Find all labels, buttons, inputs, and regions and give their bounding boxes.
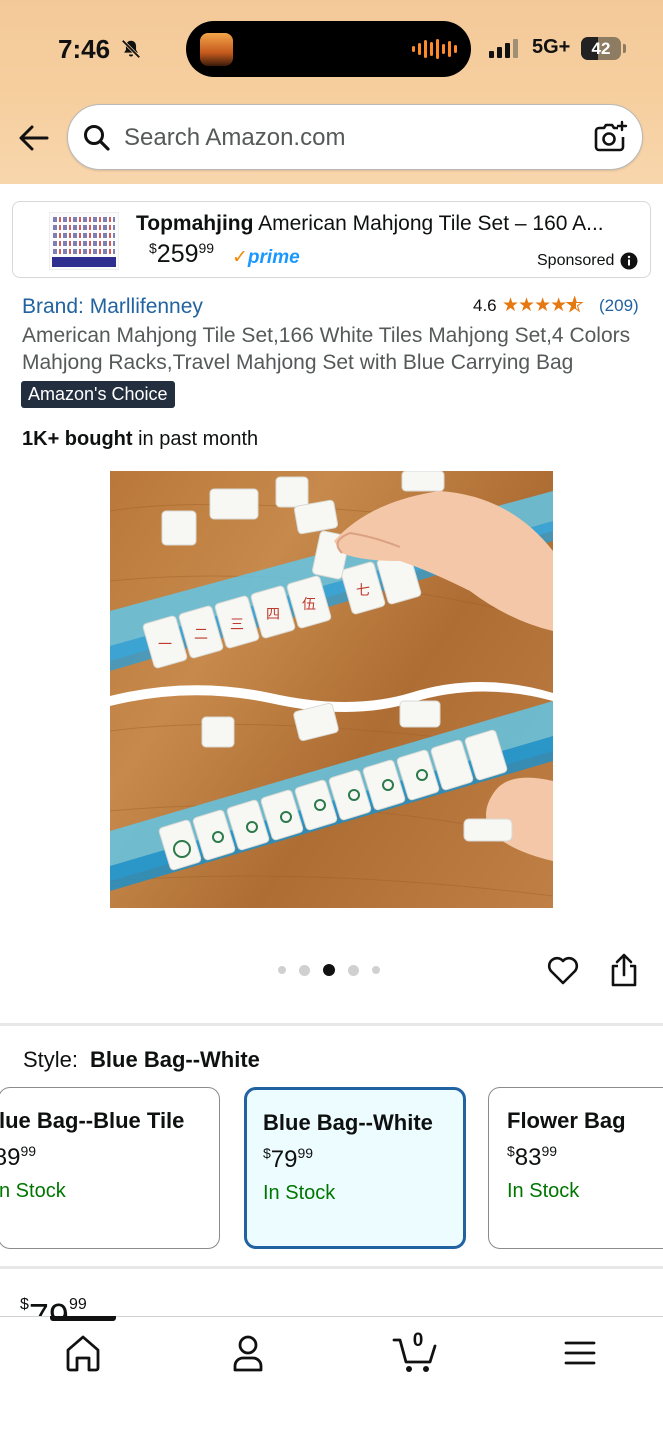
status-time: 7:46 [58, 34, 111, 64]
mahjong-photo: 一 二 三 四 伍 七 [110, 471, 553, 897]
search-bar[interactable] [67, 104, 643, 170]
style-option-stock: In Stock [507, 1180, 580, 1202]
pagination-dot[interactable] [278, 966, 286, 974]
header: 7:46 5G+ 42 [0, 0, 663, 184]
menu-icon[interactable] [557, 1332, 603, 1374]
audio-wave-icon [412, 39, 457, 59]
search-icon [84, 125, 110, 151]
image-pagination[interactable] [278, 964, 380, 976]
share-icon[interactable] [608, 952, 640, 988]
svg-text:伍: 伍 [302, 597, 316, 613]
style-option-stock: n Stock [0, 1180, 66, 1202]
dynamic-island [186, 21, 471, 77]
pagination-dot-active[interactable] [323, 964, 335, 976]
style-selected-value: Blue Bag--White [90, 1047, 260, 1072]
style-option-name: lue Bag--Blue Tile [0, 1108, 185, 1133]
battery-icon: 42 [581, 37, 621, 60]
amazons-choice-badge: Amazon's Choice [21, 381, 175, 408]
account-icon[interactable] [225, 1332, 271, 1374]
review-count-link[interactable]: (209) [599, 296, 639, 316]
info-icon[interactable] [620, 252, 638, 270]
pagination-dot[interactable] [348, 964, 359, 976]
rating-stars-icon[interactable]: ★★★★★ ★ [502, 294, 584, 317]
active-tab-indicator [50, 1316, 116, 1321]
style-option-stock: In Stock [263, 1182, 336, 1204]
sponsored-label: Sponsored [537, 252, 615, 269]
home-icon[interactable] [60, 1332, 106, 1374]
svg-text:三: 三 [230, 617, 244, 633]
battery-percent: 42 [591, 39, 611, 58]
style-option-flower-bag[interactable]: Flower Bag $8399 In Stock [488, 1087, 663, 1249]
heart-icon[interactable] [546, 954, 580, 988]
cart-count: 0 [412, 1330, 424, 1351]
style-option-price: $8399 [507, 1143, 558, 1171]
ad-title[interactable]: Topmahjing American Mahjong Tile Set – 1… [136, 212, 629, 236]
product-price: $7999 [20, 1296, 87, 1318]
svg-text:七: 七 [356, 583, 370, 599]
product-image[interactable]: 一 二 三 四 伍 七 [110, 471, 553, 908]
now-playing-artwork [200, 33, 233, 66]
pagination-dot[interactable] [372, 966, 380, 974]
style-option-price: $8999 [0, 1143, 37, 1171]
svg-text:一: 一 [158, 637, 172, 653]
brand-link[interactable]: Brand: Marllifenney [22, 295, 203, 319]
style-option-name: Blue Bag--White [263, 1110, 433, 1135]
ad-product-thumbnail [49, 212, 119, 270]
section-divider [0, 1023, 663, 1026]
bought-count: 1K+ bought in past month [22, 428, 259, 450]
style-option-blue-bag-blue-tile[interactable]: lue Bag--Blue Tile $8999 n Stock [0, 1087, 220, 1249]
ad-title-text: American Mahjong Tile Set – 160 A... [253, 212, 604, 235]
style-option-blue-bag-white[interactable]: Blue Bag--White $7999 In Stock [244, 1087, 466, 1249]
svg-text:四: 四 [266, 607, 280, 623]
svg-text:二: 二 [194, 627, 208, 643]
camera-lens-icon[interactable] [592, 120, 628, 156]
product-title: American Mahjong Tile Set,166 White Tile… [22, 324, 631, 374]
search-input[interactable] [124, 119, 564, 157]
rating-value: 4.6 [473, 296, 497, 315]
ad-price: $25999 [149, 240, 215, 268]
style-option-price: $7999 [263, 1145, 314, 1173]
pagination-dot[interactable] [299, 964, 310, 976]
section-divider [0, 1266, 663, 1269]
style-label: Style: Blue Bag--White [23, 1047, 260, 1072]
back-arrow-icon[interactable] [14, 118, 54, 158]
silent-bell-icon [121, 39, 141, 59]
ad-brand: Topmahjing [136, 212, 254, 235]
style-option-name: Flower Bag [507, 1108, 626, 1133]
cellular-signal-icon [489, 38, 518, 58]
network-type: 5G+ [532, 36, 571, 58]
prime-badge: ✓prime [232, 247, 300, 268]
